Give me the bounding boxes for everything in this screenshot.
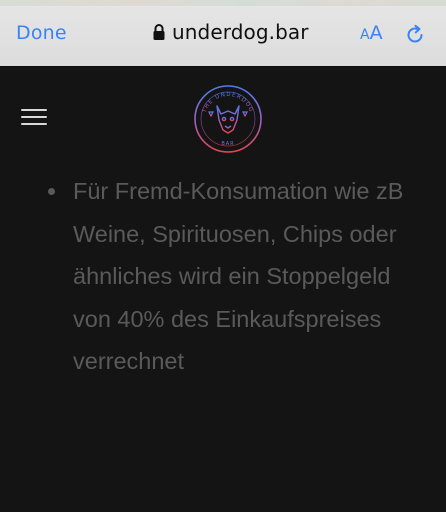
text-size-small-a: A — [360, 27, 370, 43]
text-size-large-a: A — [369, 22, 383, 44]
url-text: underdog.bar — [172, 20, 309, 44]
page-content: Für Fremd-Konsumation wie zB Weine, Spir… — [0, 170, 446, 383]
lock-icon — [153, 24, 165, 40]
browser-toolbar: Done underdog.bar AA — [0, 0, 446, 66]
dog-head-icon — [216, 105, 240, 134]
menu-line — [21, 116, 47, 118]
done-button[interactable]: Done — [16, 22, 67, 44]
info-list: Für Fremd-Konsumation wie zB Weine, Spir… — [0, 170, 446, 383]
menu-icon[interactable] — [21, 109, 47, 127]
list-item-text: Für Fremd-Konsumation wie zB Weine, Spir… — [73, 178, 404, 374]
text-size-button[interactable]: AA — [360, 22, 383, 44]
menu-line — [21, 109, 47, 111]
background-map-strip — [0, 0, 446, 6]
logo-bottom-text: BAR — [221, 141, 234, 147]
glass-icon — [208, 111, 248, 120]
list-item: Für Fremd-Konsumation wie zB Weine, Spir… — [0, 170, 446, 383]
menu-line — [21, 123, 47, 125]
address-bar[interactable]: underdog.bar — [152, 20, 309, 44]
bullet-dot — [48, 188, 55, 195]
underdog-logo[interactable]: THE UNDERDOG BAR — [193, 84, 263, 154]
reload-icon[interactable] — [404, 24, 426, 46]
